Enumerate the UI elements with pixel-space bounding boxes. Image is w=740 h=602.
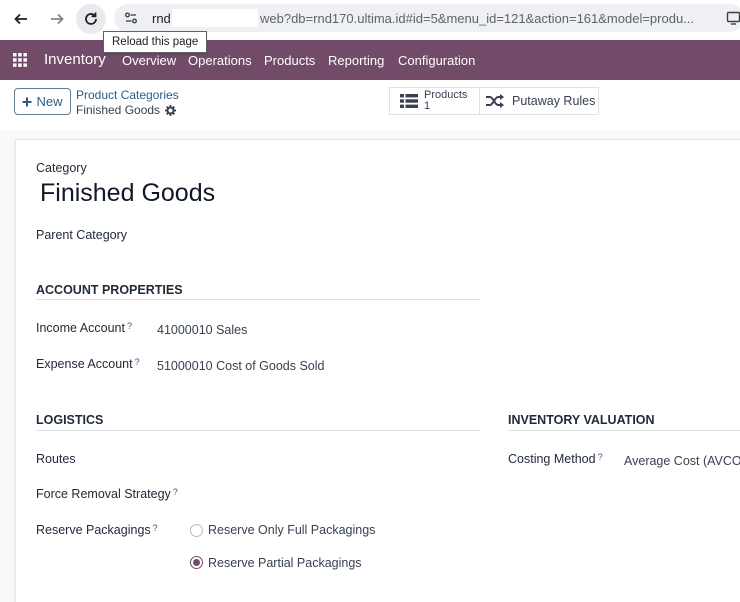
- expense-account-value[interactable]: 51000010 Cost of Goods Sold: [157, 359, 324, 373]
- help-tooltip-icon[interactable]: ?: [598, 452, 603, 462]
- cast-icon[interactable]: [726, 10, 740, 31]
- browser-toolbar: rnd web?db=rnd170.ultima.id#id=5&menu_id…: [0, 0, 740, 53]
- plus-icon: [22, 97, 32, 106]
- section-divider: [36, 299, 480, 300]
- reload-tooltip: Reload this page: [103, 31, 208, 53]
- url-redaction: [172, 9, 258, 27]
- menu-products[interactable]: Products: [264, 53, 315, 68]
- help-tooltip-icon[interactable]: ?: [173, 487, 178, 497]
- removal-strategy-label: Force Removal Strategy?: [36, 487, 178, 501]
- reload-icon[interactable]: [76, 4, 106, 34]
- url-text: web?db=rnd170.ultima.id#id=5&menu_id=121…: [260, 11, 695, 26]
- section-divider: [508, 430, 740, 431]
- list-icon: [400, 94, 418, 108]
- putaway-rules-button[interactable]: Putaway Rules: [479, 87, 599, 115]
- breadcrumb-current-label: Finished Goods: [76, 103, 161, 117]
- menu-operations[interactable]: Operations: [188, 53, 252, 68]
- logistics-title: LOGISTICS: [36, 413, 104, 427]
- help-tooltip-icon[interactable]: ?: [153, 523, 158, 533]
- income-account-value[interactable]: 41000010 Sales: [157, 323, 247, 337]
- menu-overview[interactable]: Overview: [122, 53, 176, 68]
- costing-method-label: Costing Method?: [508, 452, 603, 466]
- costing-method-value[interactable]: Average Cost (AVCO): [624, 454, 740, 468]
- help-tooltip-icon[interactable]: ?: [135, 357, 140, 367]
- category-name-input[interactable]: Finished Goods: [40, 179, 215, 208]
- products-smart-label: Products: [424, 89, 468, 101]
- back-icon[interactable]: [8, 6, 34, 32]
- income-account-label: Income Account?: [36, 321, 132, 335]
- site-info-icon[interactable]: [120, 7, 142, 29]
- routes-label: Routes: [36, 452, 76, 466]
- breadcrumb-product-categories[interactable]: Product Categories: [76, 88, 179, 102]
- radio-full-packagings[interactable]: [190, 524, 203, 537]
- account-properties-title: ACCOUNT PROPERTIES: [36, 283, 183, 297]
- parent-category-label: Parent Category: [36, 228, 128, 242]
- inventory-valuation-title: INVENTORY VALUATION: [508, 413, 655, 427]
- new-button[interactable]: New: [14, 88, 71, 115]
- apps-grid-icon[interactable]: [13, 53, 27, 72]
- products-smart-count: 1: [424, 100, 431, 112]
- gear-icon[interactable]: [165, 104, 177, 116]
- products-smart-button[interactable]: Products 1: [389, 87, 480, 115]
- section-divider: [36, 430, 480, 431]
- putaway-rules-label: Putaway Rules: [512, 94, 596, 108]
- radio-partial-packagings[interactable]: [190, 556, 203, 569]
- menu-configuration[interactable]: Configuration: [398, 53, 475, 68]
- expense-account-label: Expense Account?: [36, 357, 140, 371]
- forward-icon[interactable]: [44, 6, 70, 32]
- app-name[interactable]: Inventory: [44, 51, 106, 68]
- option-partial-packagings[interactable]: Reserve Partial Packagings: [208, 556, 362, 570]
- breadcrumb-current: Finished Goods: [76, 103, 177, 117]
- menu-reporting[interactable]: Reporting: [328, 53, 384, 68]
- category-label: Category: [36, 161, 87, 175]
- url-prefix: rnd: [152, 11, 171, 26]
- reserve-packagings-label: Reserve Packagings?: [36, 523, 158, 537]
- option-full-packagings[interactable]: Reserve Only Full Packagings: [208, 523, 375, 537]
- new-button-label: New: [36, 94, 63, 109]
- help-tooltip-icon[interactable]: ?: [127, 321, 132, 331]
- shuffle-icon: [486, 94, 504, 108]
- address-bar[interactable]: rnd web?db=rnd170.ultima.id#id=5&menu_id…: [114, 4, 740, 32]
